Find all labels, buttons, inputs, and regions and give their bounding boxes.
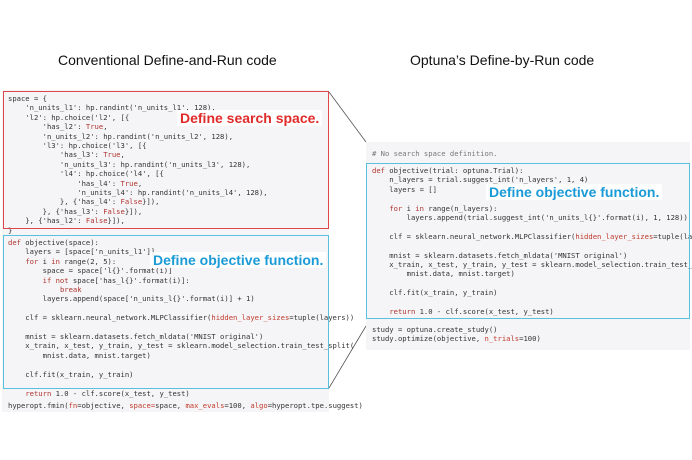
right-study-code: study = optuna.create_study() study.opti… <box>372 325 541 344</box>
right-comment: # No search space definition. <box>372 149 498 158</box>
right-objective-label: Define objective function. <box>486 184 663 200</box>
left-objective-label: Define objective function. <box>150 252 327 268</box>
connector-top <box>328 91 367 143</box>
left-fmin-call: hyperopt.fmin(fn=objective, space=space,… <box>8 401 363 410</box>
search-space-label: Define search space. <box>177 110 323 126</box>
